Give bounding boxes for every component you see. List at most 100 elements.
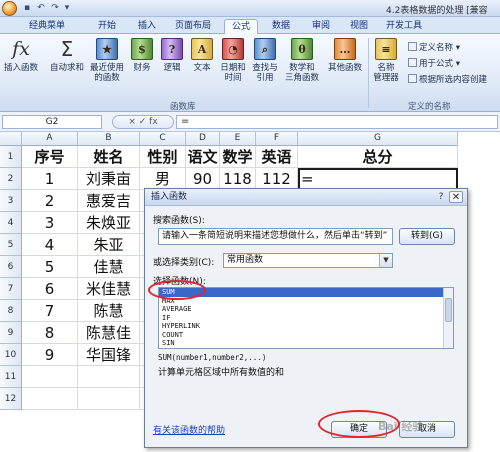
tab-developer[interactable]: 开发工具 (380, 19, 428, 34)
data-cell-seq[interactable]: 2 (22, 190, 78, 212)
data-cell-name[interactable]: 朱亚 (78, 234, 140, 256)
data-cell-chinese[interactable]: 90 (186, 168, 220, 190)
header-cell-math[interactable]: 数学 (220, 146, 256, 168)
function-item-if[interactable]: IF (159, 314, 453, 323)
function-item-sin[interactable]: SIN (159, 339, 453, 348)
data-cell-seq[interactable]: 8 (22, 322, 78, 344)
function-item-max[interactable]: MAX (159, 297, 453, 306)
data-cell-seq[interactable]: 6 (22, 278, 78, 300)
data-cell-name[interactable]: 佳慧 (78, 256, 140, 278)
header-cell-gender[interactable]: 性别 (140, 146, 186, 168)
row-header[interactable]: 7 (0, 278, 22, 300)
row-header[interactable]: 9 (0, 322, 22, 344)
name-manager-button[interactable]: ≡ 名称 管理器 (371, 38, 401, 83)
chevron-down-icon[interactable]: ▼ (379, 254, 392, 267)
data-cell-gender[interactable]: 男 (140, 168, 186, 190)
create-from-selection-button[interactable]: 根据所选内容创建 (408, 73, 487, 85)
empty-cell[interactable] (22, 388, 78, 410)
category-select[interactable]: 常用函数 ▼ (223, 253, 393, 268)
row-header[interactable]: 2 (0, 168, 22, 190)
empty-cell[interactable] (78, 388, 140, 410)
data-cell-name[interactable]: 惠爱吉 (78, 190, 140, 212)
lookup-button[interactable]: ⌕ 查找与 引用 (250, 38, 280, 83)
name-box[interactable]: G2 (2, 115, 102, 129)
data-cell-seq[interactable]: 4 (22, 234, 78, 256)
function-item-sum[interactable]: SUM (159, 288, 453, 297)
autosum-button[interactable]: Σ 自动求和 (47, 38, 87, 73)
formula-input[interactable]: = (176, 115, 498, 129)
function-list[interactable]: SUM MAX AVERAGE IF HYPERLINK COUNT SIN (158, 287, 454, 349)
header-cell-seq[interactable]: 序号 (22, 146, 78, 168)
column-header-d[interactable]: D (186, 132, 220, 146)
goto-button[interactable]: 转到(G) (399, 228, 455, 245)
row-header[interactable]: 12 (0, 388, 22, 410)
data-cell-total[interactable]: = (298, 168, 458, 190)
row-header[interactable]: 3 (0, 190, 22, 212)
dialog-title-bar[interactable]: 插入函数 ? ✕ (145, 189, 467, 206)
row-header[interactable]: 10 (0, 344, 22, 366)
data-cell-name[interactable]: 米佳慧 (78, 278, 140, 300)
column-header-c[interactable]: C (140, 132, 186, 146)
tab-classic-menu[interactable]: 经典菜单 (22, 19, 72, 34)
search-function-input[interactable]: 请输入一条简短说明来描述您想做什么，然后单击“转到” (158, 228, 393, 245)
more-functions-button[interactable]: … 其他函数 (326, 38, 364, 73)
logical-button[interactable]: ? 逻辑 (160, 38, 184, 73)
data-cell-seq[interactable]: 5 (22, 256, 78, 278)
math-button[interactable]: θ 数学和 三角函数 (282, 38, 322, 83)
function-help-link[interactable]: 有关该函数的帮助 (153, 423, 225, 436)
data-cell-name[interactable]: 陈慧 (78, 300, 140, 322)
data-cell-name[interactable]: 陈慧佳 (78, 322, 140, 344)
column-header-f[interactable]: F (256, 132, 298, 146)
row-header[interactable]: 11 (0, 366, 22, 388)
header-cell-english[interactable]: 英语 (256, 146, 298, 168)
data-cell-seq[interactable]: 1 (22, 168, 78, 190)
office-button[interactable] (2, 1, 17, 16)
row-header[interactable]: 8 (0, 300, 22, 322)
use-in-formula-button[interactable]: 用于公式 ▾ (408, 57, 460, 69)
tab-formulas[interactable]: 公式 (224, 19, 258, 35)
column-header-e[interactable]: E (220, 132, 256, 146)
close-icon[interactable]: ✕ (449, 191, 463, 203)
help-icon[interactable]: ? (435, 191, 447, 203)
financial-button[interactable]: $ 财务 (130, 38, 154, 73)
data-cell-seq[interactable]: 7 (22, 300, 78, 322)
text-button[interactable]: A 文本 (190, 38, 214, 73)
tab-review[interactable]: 审阅 (304, 19, 338, 34)
empty-cell[interactable] (78, 366, 140, 388)
column-header-g[interactable]: G (298, 132, 458, 146)
data-cell-seq[interactable]: 9 (22, 344, 78, 366)
undo-icon[interactable]: ↶ (36, 3, 46, 13)
define-name-button[interactable]: 定义名称 ▾ (408, 41, 460, 53)
tab-insert[interactable]: 插入 (130, 19, 164, 34)
data-cell-seq[interactable]: 3 (22, 212, 78, 234)
tab-view[interactable]: 视图 (342, 19, 376, 34)
header-cell-chinese[interactable]: 语文 (186, 146, 220, 168)
insert-function-button[interactable]: fx 插入函数 (2, 38, 40, 73)
qat-dropdown-icon[interactable]: ▾ (62, 3, 72, 13)
tab-data[interactable]: 数据 (264, 19, 298, 34)
row-header[interactable]: 4 (0, 212, 22, 234)
tab-home[interactable]: 开始 (90, 19, 124, 34)
datetime-button[interactable]: ◔ 日期和 时间 (218, 38, 248, 83)
row-header[interactable]: 5 (0, 234, 22, 256)
data-cell-name[interactable]: 刘秉亩 (78, 168, 140, 190)
formula-buttons[interactable]: × ✓ fx (112, 115, 174, 129)
header-cell-total[interactable]: 总分 (298, 146, 458, 168)
empty-cell[interactable] (22, 366, 78, 388)
select-all-corner[interactable] (0, 132, 22, 146)
function-item-hyperlink[interactable]: HYPERLINK (159, 322, 453, 331)
function-item-count[interactable]: COUNT (159, 331, 453, 340)
data-cell-name[interactable]: 朱焕亚 (78, 212, 140, 234)
data-cell-math[interactable]: 118 (220, 168, 256, 190)
tab-page-layout[interactable]: 页面布局 (168, 19, 218, 34)
save-icon[interactable]: ▪ (22, 3, 32, 13)
column-header-a[interactable]: A (22, 132, 78, 146)
row-header[interactable]: 6 (0, 256, 22, 278)
data-cell-english[interactable]: 112 (256, 168, 298, 190)
function-list-scrollbar[interactable] (443, 288, 453, 348)
scrollbar-thumb[interactable] (445, 298, 452, 322)
row-header[interactable]: 1 (0, 146, 22, 168)
recent-functions-button[interactable]: ★ 最近使用 的函数 (88, 38, 126, 83)
redo-icon[interactable]: ↷ (50, 3, 60, 13)
function-item-average[interactable]: AVERAGE (159, 305, 453, 314)
